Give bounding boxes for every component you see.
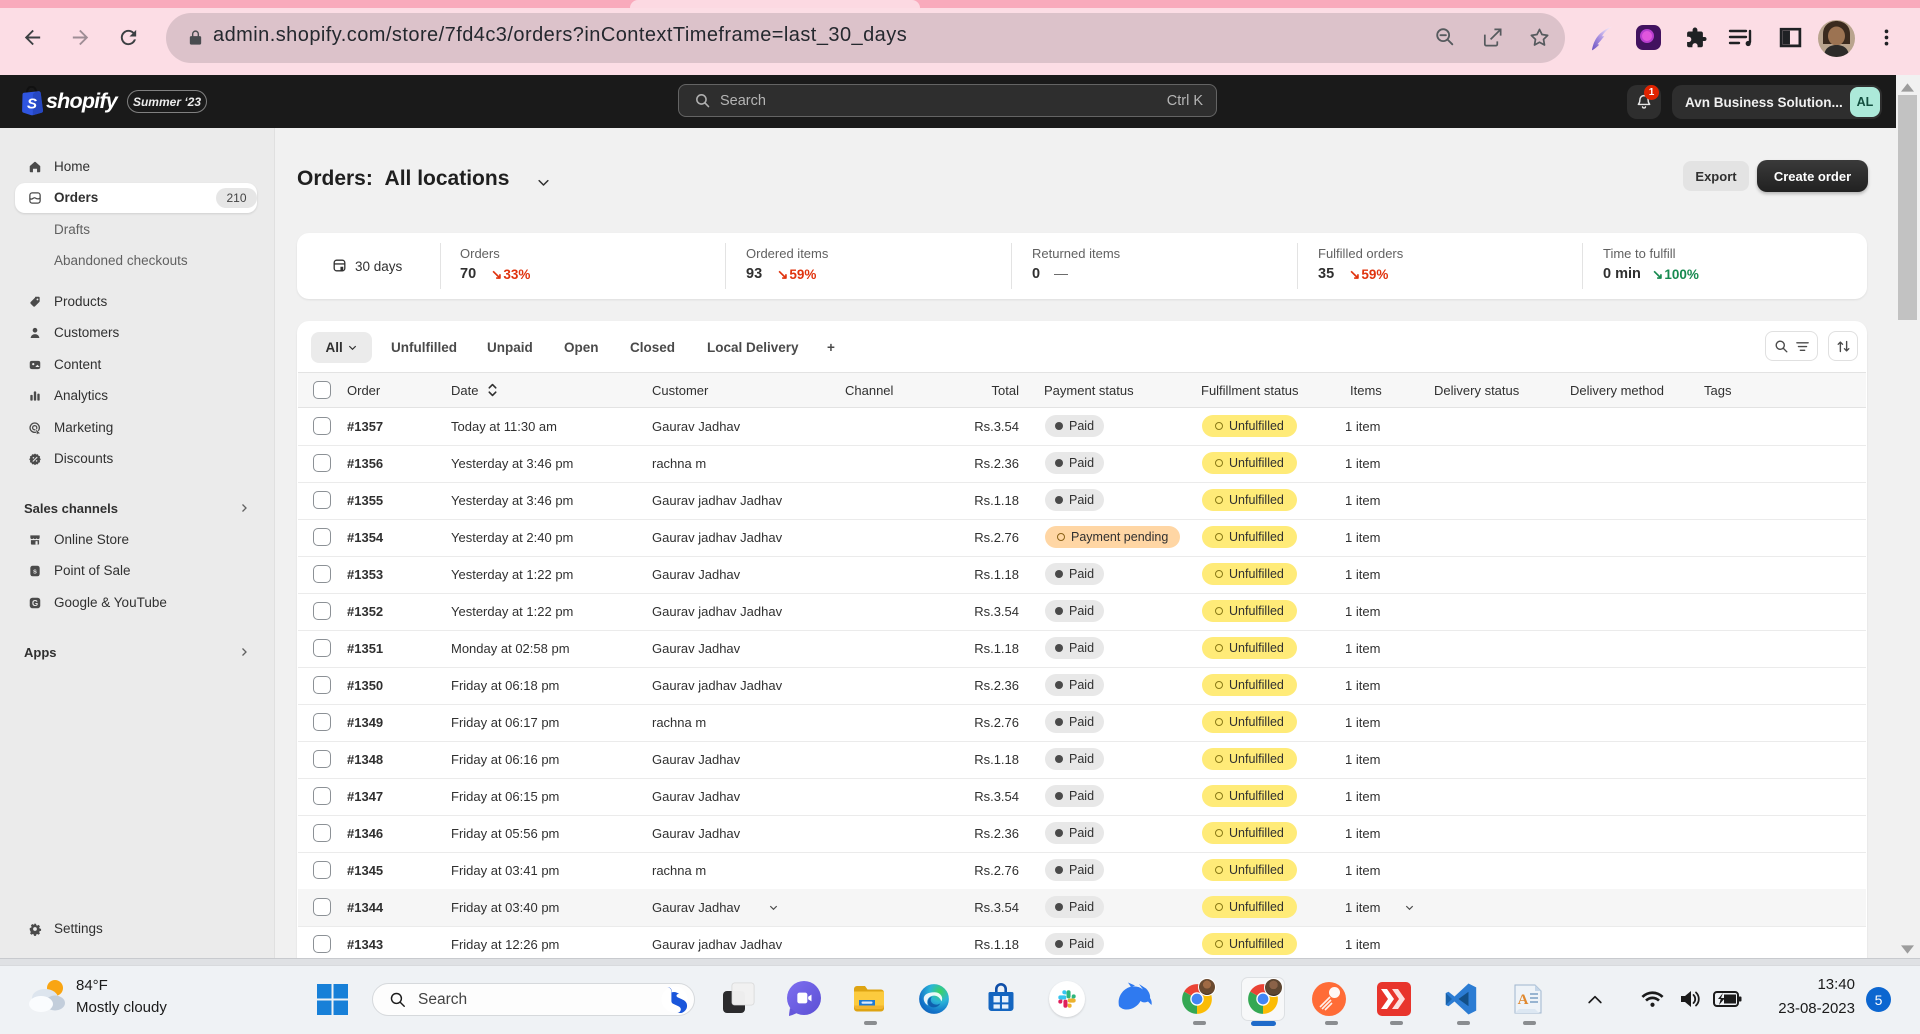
svg-text:G: G bbox=[32, 599, 38, 608]
svg-text:A: A bbox=[1518, 992, 1529, 1008]
svg-text:S: S bbox=[27, 96, 37, 113]
svg-text:s: s bbox=[33, 569, 37, 576]
